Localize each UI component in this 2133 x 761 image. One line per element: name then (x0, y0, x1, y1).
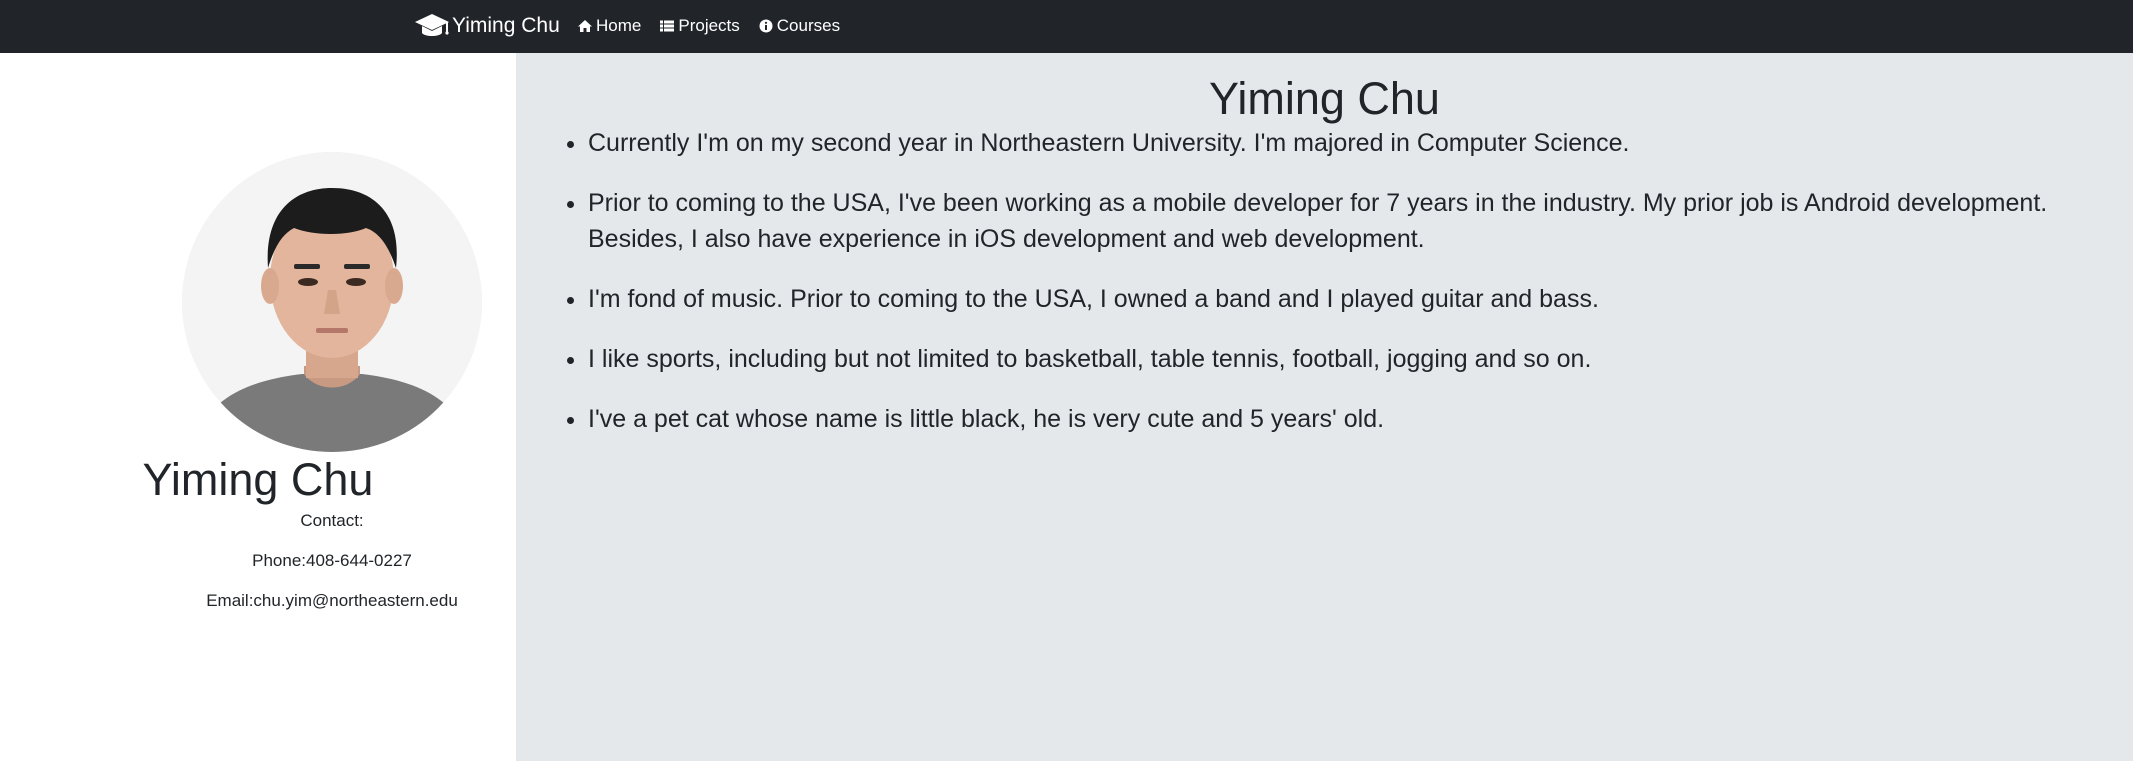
nav-home-label: Home (596, 16, 642, 35)
nav-courses-link[interactable]: Courses (758, 16, 840, 36)
top-navbar: Yiming Chu Home Projects Courses (0, 0, 2133, 53)
bio-list: Currently I'm on my second year in North… (568, 125, 2118, 461)
bio-item: Prior to coming to the USA, I've been wo… (588, 185, 2118, 257)
nav-projects-label: Projects (678, 16, 740, 35)
list-icon (660, 20, 675, 32)
bio-item: I like sports, including but not limited… (588, 341, 2118, 377)
nav-home-link[interactable]: Home (577, 16, 641, 36)
bio-item: Currently I'm on my second year in North… (588, 125, 2118, 161)
brand-name: Yiming Chu (452, 14, 560, 37)
bio-item: I've a pet cat whose name is little blac… (588, 401, 2118, 437)
sidebar-name: Yiming Chu (142, 454, 374, 505)
nav-links: Home Projects Courses (577, 12, 858, 40)
profile-photo (182, 152, 482, 452)
bio-content: Yiming Chu Currently I'm on my second ye… (516, 53, 2133, 761)
bio-item: I'm fond of music. Prior to coming to th… (588, 281, 2118, 317)
nav-projects-link[interactable]: Projects (659, 16, 740, 36)
nav-courses-label: Courses (776, 16, 841, 35)
home-icon (578, 20, 592, 32)
person-portrait-icon (182, 152, 482, 452)
info-circle-icon (759, 19, 773, 33)
brand-link[interactable]: Yiming Chu (414, 10, 560, 42)
profile-sidebar: Yiming Chu Contact: Phone:408-644-0227 E… (0, 53, 516, 761)
page-title: Yiming Chu (1209, 73, 1440, 124)
graduation-cap-icon (415, 14, 449, 36)
